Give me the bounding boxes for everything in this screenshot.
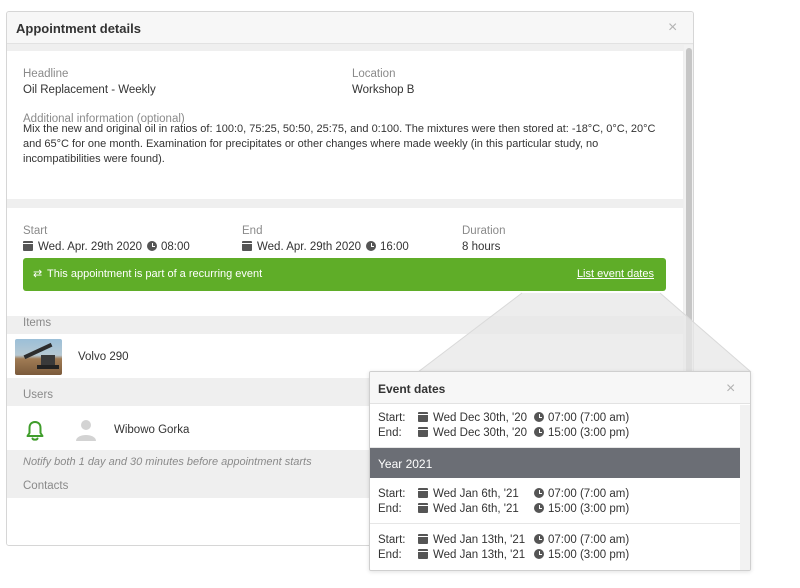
end-datetime: Wed. Apr. 29th 2020 16:00 xyxy=(242,241,409,253)
event-start-date-group: Wed Jan 13th, '21 xyxy=(418,534,525,546)
modal-title: Appointment details xyxy=(16,21,141,36)
event-end-date-group: Wed Dec 30th, '20 xyxy=(418,427,527,439)
headline-label: Headline xyxy=(23,68,69,80)
calendar-icon xyxy=(418,412,428,422)
event-dates-popup: Event dates × Start: Wed Dec 30th, '20 0… xyxy=(369,371,751,571)
user-name: Wibowo Gorka xyxy=(114,424,190,436)
event-end-time: 15:00 (3:00 pm) xyxy=(548,503,630,515)
event-start-date-group: Wed Jan 6th, '21 xyxy=(418,488,519,500)
clock-icon xyxy=(147,241,158,251)
clock-icon xyxy=(366,241,377,251)
start-datetime: Wed. Apr. 29th 2020 08:00 xyxy=(23,241,190,253)
calendar-icon xyxy=(418,427,428,437)
modal-header: Appointment details × xyxy=(7,12,693,44)
event-start-date: Wed Jan 13th, '21 xyxy=(433,534,526,546)
start-date: Wed. Apr. 29th 2020 xyxy=(38,241,143,253)
clock-icon xyxy=(534,427,544,437)
event-dates-title: Event dates xyxy=(378,382,446,396)
items-label: Items xyxy=(23,317,52,329)
event-end-time: 15:00 (3:00 pm) xyxy=(548,549,630,561)
event-start-label: Start: xyxy=(378,534,406,546)
year-label: Year 2021 xyxy=(378,457,433,471)
event-start-time-group: 07:00 (7:00 am) xyxy=(532,534,629,546)
duration-value: 8 hours xyxy=(462,241,501,253)
location-value: Workshop B xyxy=(352,84,415,96)
user-avatar-icon xyxy=(76,420,96,441)
calendar-icon xyxy=(418,503,428,513)
bell-icon[interactable] xyxy=(25,420,45,442)
event-end-label: End: xyxy=(378,503,402,515)
event-dates-header: Event dates × xyxy=(370,372,750,404)
item-thumbnail xyxy=(15,339,62,375)
event-end-date: Wed Jan 6th, '21 xyxy=(433,503,519,515)
event-start-date: Wed Jan 6th, '21 xyxy=(433,488,519,500)
event-end-label: End: xyxy=(378,427,402,439)
event-end-time-group: 15:00 (3:00 pm) xyxy=(532,427,629,439)
item-name: Volvo 290 xyxy=(78,351,129,363)
notify-text: Notify both 1 day and 30 minutes before … xyxy=(23,456,312,468)
calendar-icon xyxy=(242,241,252,251)
event-end-date: Wed Dec 30th, '20 xyxy=(433,427,528,439)
event-start-time: 07:00 (7:00 am) xyxy=(548,412,630,424)
scrollbar-track[interactable] xyxy=(740,405,750,570)
calendar-icon xyxy=(23,241,33,251)
headline-value: Oil Replacement - Weekly xyxy=(23,84,156,96)
event-end-date: Wed Jan 13th, '21 xyxy=(433,549,526,561)
list-event-dates-link[interactable]: List event dates xyxy=(577,268,654,280)
end-time: 16:00 xyxy=(380,241,409,253)
event-end-date-group: Wed Jan 6th, '21 xyxy=(418,503,519,515)
location-label: Location xyxy=(352,68,396,80)
excavator-track xyxy=(37,365,59,369)
scrollbar-thumb[interactable] xyxy=(686,48,692,376)
event-start-label: Start: xyxy=(378,412,406,424)
calendar-icon xyxy=(418,534,428,544)
end-date: Wed. Apr. 29th 2020 xyxy=(257,241,362,253)
start-label: Start xyxy=(23,225,48,237)
duration-label: Duration xyxy=(462,225,506,237)
close-icon[interactable]: × xyxy=(726,381,735,397)
additional-info-text: Mix the new and original oil in ratios o… xyxy=(23,123,656,165)
clock-icon xyxy=(534,488,544,498)
event-end-label: End: xyxy=(378,549,402,561)
event-start-time-group: 07:00 (7:00 am) xyxy=(532,488,629,500)
event-start-time-group: 07:00 (7:00 am) xyxy=(532,412,629,424)
event-end-time: 15:00 (3:00 pm) xyxy=(548,427,630,439)
contacts-label: Contacts xyxy=(23,480,69,492)
event-start-date-group: Wed Dec 30th, '20 xyxy=(418,412,527,424)
end-label: End xyxy=(242,225,263,237)
event-start-date: Wed Dec 30th, '20 xyxy=(433,412,528,424)
recurring-event-banner: ⇄ This appointment is part of a recurrin… xyxy=(23,258,666,291)
recurring-event-text: This appointment is part of a recurring … xyxy=(47,268,263,280)
calendar-icon xyxy=(418,549,428,559)
year-divider: Year 2021 xyxy=(370,448,740,478)
users-label: Users xyxy=(23,389,54,401)
calendar-icon xyxy=(418,488,428,498)
event-start-time: 07:00 (7:00 am) xyxy=(548,488,630,500)
clock-icon xyxy=(534,412,544,422)
start-time: 08:00 xyxy=(161,241,190,253)
clock-icon xyxy=(534,503,544,513)
clock-icon xyxy=(534,534,544,544)
clock-icon xyxy=(534,549,544,559)
event-end-time-group: 15:00 (3:00 pm) xyxy=(532,503,629,515)
recurring-icon: ⇄ xyxy=(33,268,43,280)
event-date-entry: Start: Wed Dec 30th, '20 07:00 (7:00 am)… xyxy=(370,405,740,448)
close-icon[interactable]: × xyxy=(668,20,677,36)
event-end-time-group: 15:00 (3:00 pm) xyxy=(532,549,629,561)
event-end-date-group: Wed Jan 13th, '21 xyxy=(418,549,525,561)
excavator-body xyxy=(41,355,55,365)
event-start-label: Start: xyxy=(378,488,406,500)
event-date-entry: Start: Wed Jan 13th, '21 07:00 (7:00 am)… xyxy=(370,524,740,570)
event-date-entry: Start: Wed Jan 6th, '21 07:00 (7:00 am) … xyxy=(370,478,740,524)
event-start-time: 07:00 (7:00 am) xyxy=(548,534,630,546)
